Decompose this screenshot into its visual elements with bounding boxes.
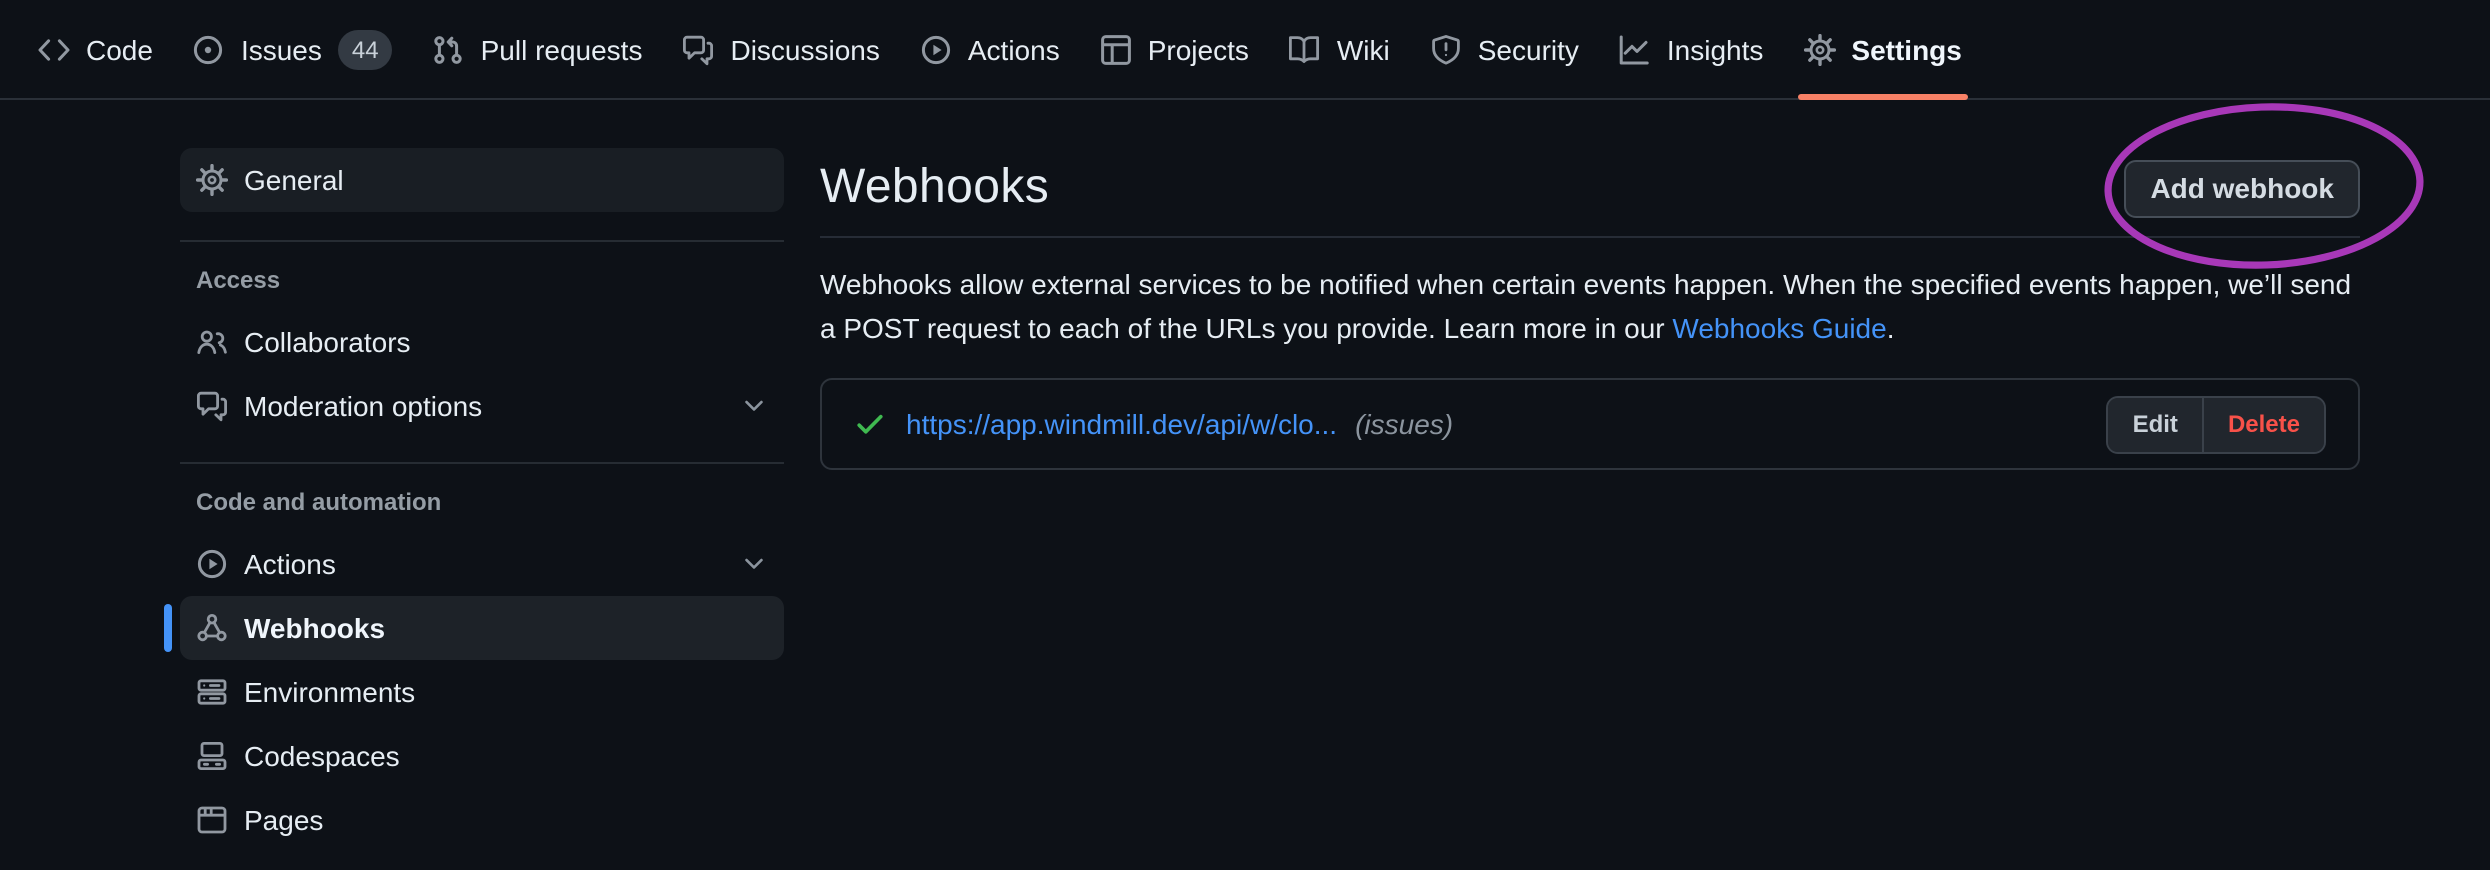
tab-projects[interactable]: Projects [1080, 0, 1269, 98]
tab-label: Discussions [730, 33, 879, 65]
sidebar-item-label: Actions [244, 548, 336, 580]
people-icon [196, 326, 228, 358]
sidebar-item-collaborators[interactable]: Collaborators [180, 310, 784, 374]
tab-label: Actions [968, 33, 1060, 65]
tab-security[interactable]: Security [1410, 0, 1599, 98]
git-pull-request-icon [433, 33, 465, 65]
tab-settings[interactable]: Settings [1783, 0, 1981, 98]
webhook-actions-group: Edit Delete [2107, 395, 2326, 453]
check-icon [854, 408, 886, 440]
chevron-down-icon [740, 392, 768, 420]
tab-label: Issues [241, 33, 322, 65]
sidebar-section-title-code-automation: Code and automation [180, 480, 784, 532]
sidebar-item-codespaces[interactable]: Codespaces [180, 724, 784, 788]
settings-sidebar: General Access Collaborators Moderation … [180, 148, 784, 852]
tab-label: Wiki [1337, 33, 1390, 65]
chevron-down-icon [740, 550, 768, 578]
description-text: Webhooks allow external services to be n… [820, 268, 2351, 344]
description-period: . [1887, 312, 1895, 344]
sidebar-item-actions[interactable]: Actions [180, 532, 784, 596]
tab-pull-requests[interactable]: Pull requests [413, 0, 663, 98]
sidebar-divider [180, 462, 784, 464]
repo-tab-bar: Code Issues 44 Pull requests Discussions… [0, 0, 2490, 100]
webhook-events: (issues) [1355, 408, 1453, 440]
sidebar-item-environments[interactable]: Environments [180, 660, 784, 724]
tab-label: Settings [1851, 33, 1961, 65]
header-divider [820, 236, 2360, 238]
add-webhook-button[interactable]: Add webhook [2124, 159, 2360, 217]
sidebar-divider [180, 240, 784, 242]
issues-count-badge: 44 [338, 29, 393, 69]
play-icon [196, 548, 228, 580]
sidebar-item-pages[interactable]: Pages [180, 788, 784, 852]
tab-label: Pull requests [481, 33, 643, 65]
page-header: Webhooks Add webhook [820, 140, 2360, 236]
sidebar-item-label: Moderation options [244, 390, 482, 422]
sidebar-item-label: Pages [244, 804, 323, 836]
shield-icon [1430, 33, 1462, 65]
sidebar-item-general[interactable]: General [180, 148, 784, 212]
edit-webhook-button[interactable]: Edit [2109, 397, 2202, 451]
tab-issues[interactable]: Issues 44 [173, 0, 413, 98]
tab-label: Insights [1667, 33, 1764, 65]
tab-insights[interactable]: Insights [1599, 0, 1784, 98]
webhook-list-item: https://app.windmill.dev/api/w/clo... (i… [820, 378, 2360, 470]
tab-label: Projects [1148, 33, 1249, 65]
webhooks-description: Webhooks allow external services to be n… [820, 262, 2360, 350]
book-icon [1289, 33, 1321, 65]
sidebar-item-label: Collaborators [244, 326, 411, 358]
github-settings-page: Code Issues 44 Pull requests Discussions… [0, 0, 2490, 870]
tab-label: Security [1478, 33, 1579, 65]
sidebar-item-webhooks[interactable]: Webhooks [180, 596, 784, 660]
play-icon [920, 33, 952, 65]
tab-wiki[interactable]: Wiki [1269, 0, 1410, 98]
code-icon [38, 33, 70, 65]
sidebar-item-label: Webhooks [244, 612, 385, 644]
webhook-url-link[interactable]: https://app.windmill.dev/api/w/clo... [906, 408, 1337, 440]
selected-indicator-bar [164, 604, 172, 652]
sidebar-section-title-access: Access [180, 258, 784, 310]
sidebar-item-label: Environments [244, 676, 415, 708]
tab-discussions[interactable]: Discussions [662, 0, 899, 98]
browser-icon [196, 804, 228, 836]
codespaces-icon [196, 740, 228, 772]
table-icon [1100, 33, 1132, 65]
webhook-icon [196, 612, 228, 644]
tab-label: Code [86, 33, 153, 65]
tab-actions[interactable]: Actions [900, 0, 1080, 98]
webhooks-settings-panel: Webhooks Add webhook Webhooks allow exte… [820, 124, 2360, 470]
delete-webhook-button[interactable]: Delete [2202, 397, 2324, 451]
webhooks-guide-link[interactable]: Webhooks Guide [1672, 312, 1886, 344]
server-icon [196, 676, 228, 708]
gear-icon [1803, 33, 1835, 65]
gear-icon [196, 164, 228, 196]
graph-icon [1619, 33, 1651, 65]
sidebar-item-label: Codespaces [244, 740, 400, 772]
comment-discussion-icon [196, 390, 228, 422]
issue-opened-icon [193, 33, 225, 65]
page-title: Webhooks [820, 160, 1049, 216]
sidebar-item-moderation-options[interactable]: Moderation options [180, 374, 784, 438]
tab-code[interactable]: Code [18, 0, 173, 98]
comment-discussion-icon [682, 33, 714, 65]
sidebar-item-label: General [244, 164, 344, 196]
